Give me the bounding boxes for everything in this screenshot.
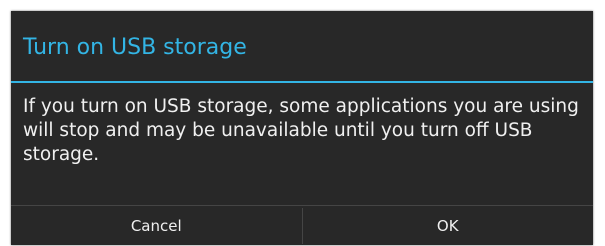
- dialog-title: Turn on USB storage: [23, 34, 247, 60]
- usb-storage-dialog: Turn on USB storage If you turn on USB s…: [11, 11, 593, 245]
- cancel-button[interactable]: Cancel: [11, 206, 302, 246]
- title-divider: [11, 81, 593, 83]
- dialog-title-bar: Turn on USB storage: [11, 11, 593, 79]
- ok-button[interactable]: OK: [303, 206, 594, 246]
- dialog-button-bar: Cancel OK: [11, 205, 593, 246]
- dialog-message: If you turn on USB storage, some applica…: [23, 96, 579, 165]
